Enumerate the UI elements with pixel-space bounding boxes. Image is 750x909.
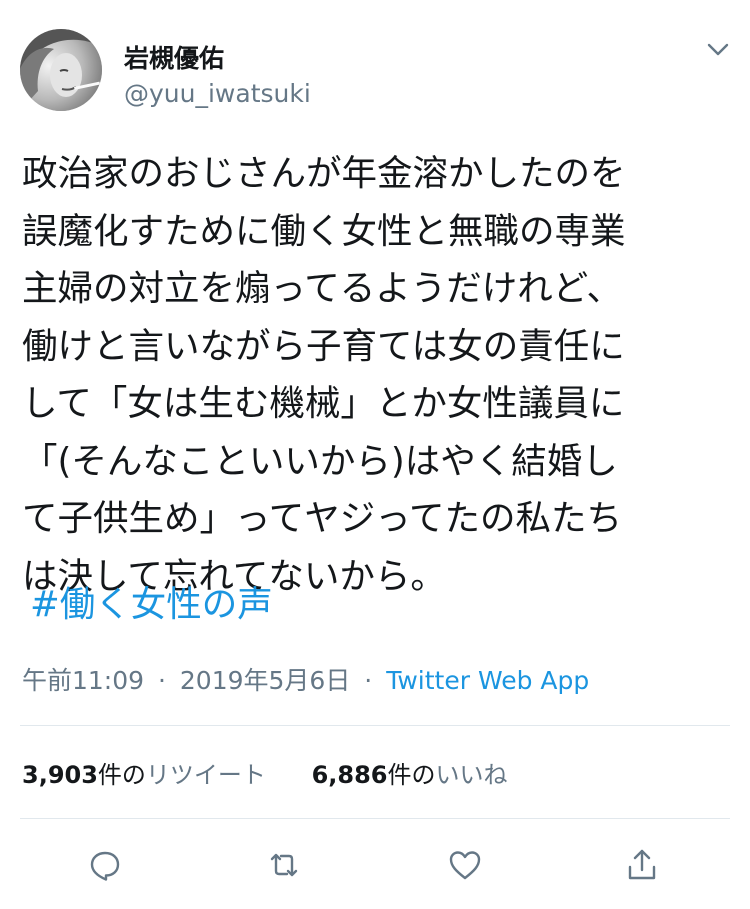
heart-icon [449,851,481,880]
share-icon [628,849,656,880]
reply-button[interactable] [83,843,127,887]
tweet-time: 午前11:09 [22,666,145,695]
like-button[interactable] [443,843,487,887]
tweet-text-line: 「(そんなこといいから)はやく結婚し [22,440,618,482]
chevron-down-icon [707,43,729,56]
share-button[interactable] [620,843,664,887]
like-count: 6,886 [311,761,388,789]
meta-separator: · [158,666,166,695]
reply-icon [90,851,120,881]
retweet-count: 3,903 [22,761,98,789]
tweet-text-line: 政治家のおじさんが年金溶かしたのを [22,153,626,194]
divider [20,818,730,819]
tweet-date: 2019年5月6日 [179,666,351,695]
tweet-text: 政治家のおじさんが年金溶かしたのを 誤魔化すために働く女性と無職の専業 主婦の対… [22,145,734,605]
like-unit: 件の [387,761,436,789]
tweet-text-line: 誤魔化すために働く女性と無職の専業 [22,210,626,252]
divider [20,725,730,726]
meta-separator: · [364,666,373,695]
retweet-unit: 件の [97,761,146,789]
tweet-text-line: 主婦の対立を煽ってるようだけれど、 [22,268,622,309]
author-handle[interactable]: @yuu_iwatsuki [124,79,311,108]
retweet-icon [270,853,298,877]
tweet-source-link[interactable]: Twitter Web App [386,666,589,695]
tweet-text-line: て子供生め」ってヤジってたの私たち [22,498,622,539]
author-display-name[interactable]: 岩槻優佑 [124,39,224,75]
retweet-button[interactable] [262,843,306,887]
tweet-stats: 3,903件のリツイート 6,886件のいいね [22,755,507,790]
like-label: いいね [435,761,508,789]
tweet-meta: 午前11:09 · 2019年5月6日 · Twitter Web App [22,661,589,697]
avatar[interactable] [20,29,102,111]
retweet-label: リツイート [145,761,266,789]
tweet-text-line: 働けと言いながら子育ては女の責任に [22,325,625,367]
more-options-button[interactable] [705,40,731,60]
hashtag-link[interactable]: #働く女性の声 [30,576,273,634]
like-count-link[interactable]: 6,886件のいいね [312,755,508,790]
tweet-text-line: して「女は生む機械」とか女性議員に [22,383,625,424]
retweet-count-link[interactable]: 3,903件のリツイート [22,755,266,790]
